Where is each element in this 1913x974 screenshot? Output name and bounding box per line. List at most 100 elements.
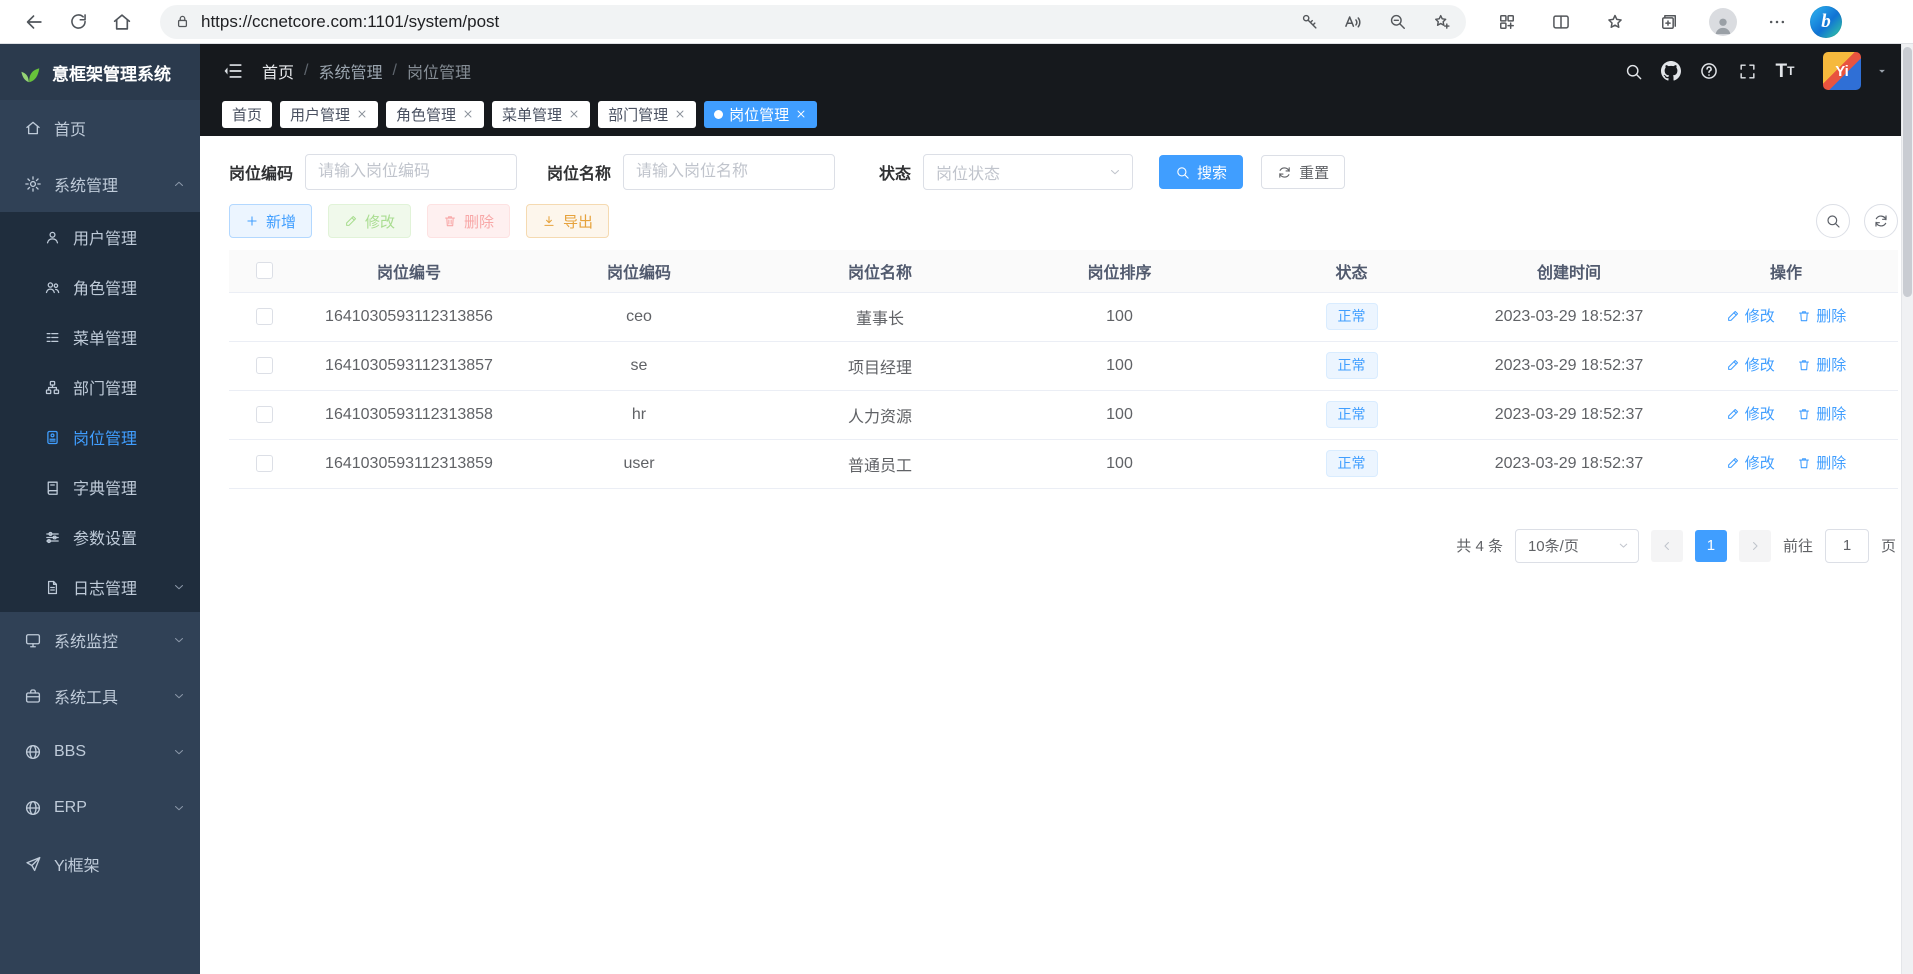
close-icon[interactable] [795,108,807,120]
page-size-select[interactable]: 10条/页 [1515,529,1639,563]
extensions-icon [1497,12,1517,32]
toggle-search-button[interactable] [1816,204,1850,238]
chevron-down-icon [172,580,186,594]
close-icon[interactable] [568,108,580,120]
home-icon [111,11,133,33]
sidebar-item-log-management[interactable]: 日志管理 [0,562,200,612]
github-link-button[interactable] [1659,59,1683,83]
close-icon[interactable] [356,108,368,120]
delete-button[interactable]: 删除 [427,204,510,238]
org-tree-icon [44,379,61,396]
avatar-caret-button[interactable] [1875,64,1889,78]
favorites-button[interactable] [1598,5,1632,39]
status-badge: 正常 [1326,401,1378,429]
page-scrollbar[interactable] [1901,44,1913,974]
chevron-down-icon [172,689,186,703]
row-checkbox[interactable] [256,357,273,374]
tab-home[interactable]: 首页 [222,101,272,128]
tab-dept-management[interactable]: 部门管理 [598,101,696,128]
row-delete-button[interactable]: 删除 [1797,452,1846,473]
add-favorite-button[interactable] [1426,7,1456,37]
edit-button[interactable]: 修改 [328,204,411,238]
sidebar-item-home[interactable]: 首页 [0,100,200,156]
sidebar-item-dept-management[interactable]: 部门管理 [0,362,200,412]
close-icon[interactable] [462,108,474,120]
help-button[interactable] [1697,59,1721,83]
close-icon[interactable] [674,108,686,120]
home-button[interactable] [100,4,144,40]
select-all-checkbox[interactable] [256,262,273,279]
user-icon [44,229,61,246]
export-button[interactable]: 导出 [526,204,609,238]
read-aloud-button[interactable] [1338,7,1368,37]
scrollbar-thumb[interactable] [1903,47,1912,297]
address-bar[interactable]: https://ccnetcore.com:1101/system/post [160,5,1466,39]
sidebar-item-param-settings[interactable]: 参数设置 [0,512,200,562]
sidebar-item-dict-management[interactable]: 字典管理 [0,462,200,512]
user-avatar[interactable]: Yi [1823,52,1861,90]
sidebar-item-system-tools[interactable]: 系统工具 [0,668,200,724]
tab-post-management[interactable]: 岗位管理 [704,101,817,128]
table-row: 1641030593112313858 hr 人力资源 100 正常 2023-… [229,390,1898,439]
sidebar-item-user-management[interactable]: 用户管理 [0,212,200,262]
page-number-1[interactable]: 1 [1695,530,1727,562]
sidebar-item-erp[interactable]: ERP [0,780,200,836]
monitor-icon [24,631,42,649]
add-button[interactable]: 新增 [229,204,312,238]
split-screen-button[interactable] [1544,5,1578,39]
refresh-table-button[interactable] [1864,204,1898,238]
breadcrumb-home[interactable]: 首页 [262,59,294,83]
sidebar-item-bbs[interactable]: BBS [0,724,200,780]
sidebar-item-system-monitor[interactable]: 系统监控 [0,612,200,668]
fullscreen-icon [1738,62,1757,81]
tab-role-management[interactable]: 角色管理 [386,101,484,128]
reset-button[interactable]: 重置 [1261,155,1345,189]
row-checkbox[interactable] [256,308,273,325]
favorites-star-icon [1605,12,1625,32]
col-post-name: 岗位名称 [760,250,1000,292]
goto-page-input[interactable] [1825,529,1869,563]
row-delete-button[interactable]: 删除 [1797,354,1846,375]
sidebar-item-role-management[interactable]: 角色管理 [0,262,200,312]
search-icon [1624,62,1643,81]
back-button[interactable] [12,4,56,40]
row-edit-button[interactable]: 修改 [1726,403,1775,424]
next-page-button[interactable] [1739,530,1771,562]
font-size-button[interactable]: TT [1773,59,1797,83]
copilot-bing-button[interactable]: b [1810,6,1842,38]
breadcrumb-system[interactable]: 系统管理 [318,59,382,83]
sidebar-item-system-management[interactable]: 系统管理 [0,156,200,212]
key-icon [1300,12,1319,31]
password-key-button[interactable] [1294,7,1324,37]
browser-menu-button[interactable] [1760,5,1794,39]
prev-page-button[interactable] [1651,530,1683,562]
extensions-button[interactable] [1490,5,1524,39]
row-checkbox[interactable] [256,455,273,472]
search-button[interactable]: 搜索 [1159,155,1243,189]
sidebar-toggle-button[interactable] [220,58,246,84]
header-search-button[interactable] [1621,59,1645,83]
post-code-input[interactable] [305,154,517,190]
post-table: 岗位编号 岗位编码 岗位名称 岗位排序 状态 创建时间 操作 16410305 [229,250,1898,489]
status-select[interactable]: 岗位状态 [923,154,1133,190]
chevron-down-icon [1617,539,1630,552]
refresh-button[interactable] [56,4,100,40]
row-delete-button[interactable]: 删除 [1797,403,1846,424]
chevron-down-icon [172,801,186,815]
tab-menu-management[interactable]: 菜单管理 [492,101,590,128]
row-checkbox[interactable] [256,406,273,423]
sidebar-item-menu-management[interactable]: 菜单管理 [0,312,200,362]
row-edit-button[interactable]: 修改 [1726,305,1775,326]
row-edit-button[interactable]: 修改 [1726,452,1775,473]
post-name-input[interactable] [623,154,835,190]
fullscreen-button[interactable] [1735,59,1759,83]
filter-form: 岗位编码 岗位名称 状态 岗位状态 搜索 重置 [229,154,1898,190]
row-delete-button[interactable]: 删除 [1797,305,1846,326]
sidebar-item-yi-framework[interactable]: Yi框架 [0,836,200,892]
zoom-button[interactable] [1382,7,1412,37]
sidebar-item-post-management[interactable]: 岗位管理 [0,412,200,462]
collections-button[interactable] [1652,5,1686,39]
tab-user-management[interactable]: 用户管理 [280,101,378,128]
profile-button[interactable] [1706,5,1740,39]
row-edit-button[interactable]: 修改 [1726,354,1775,375]
